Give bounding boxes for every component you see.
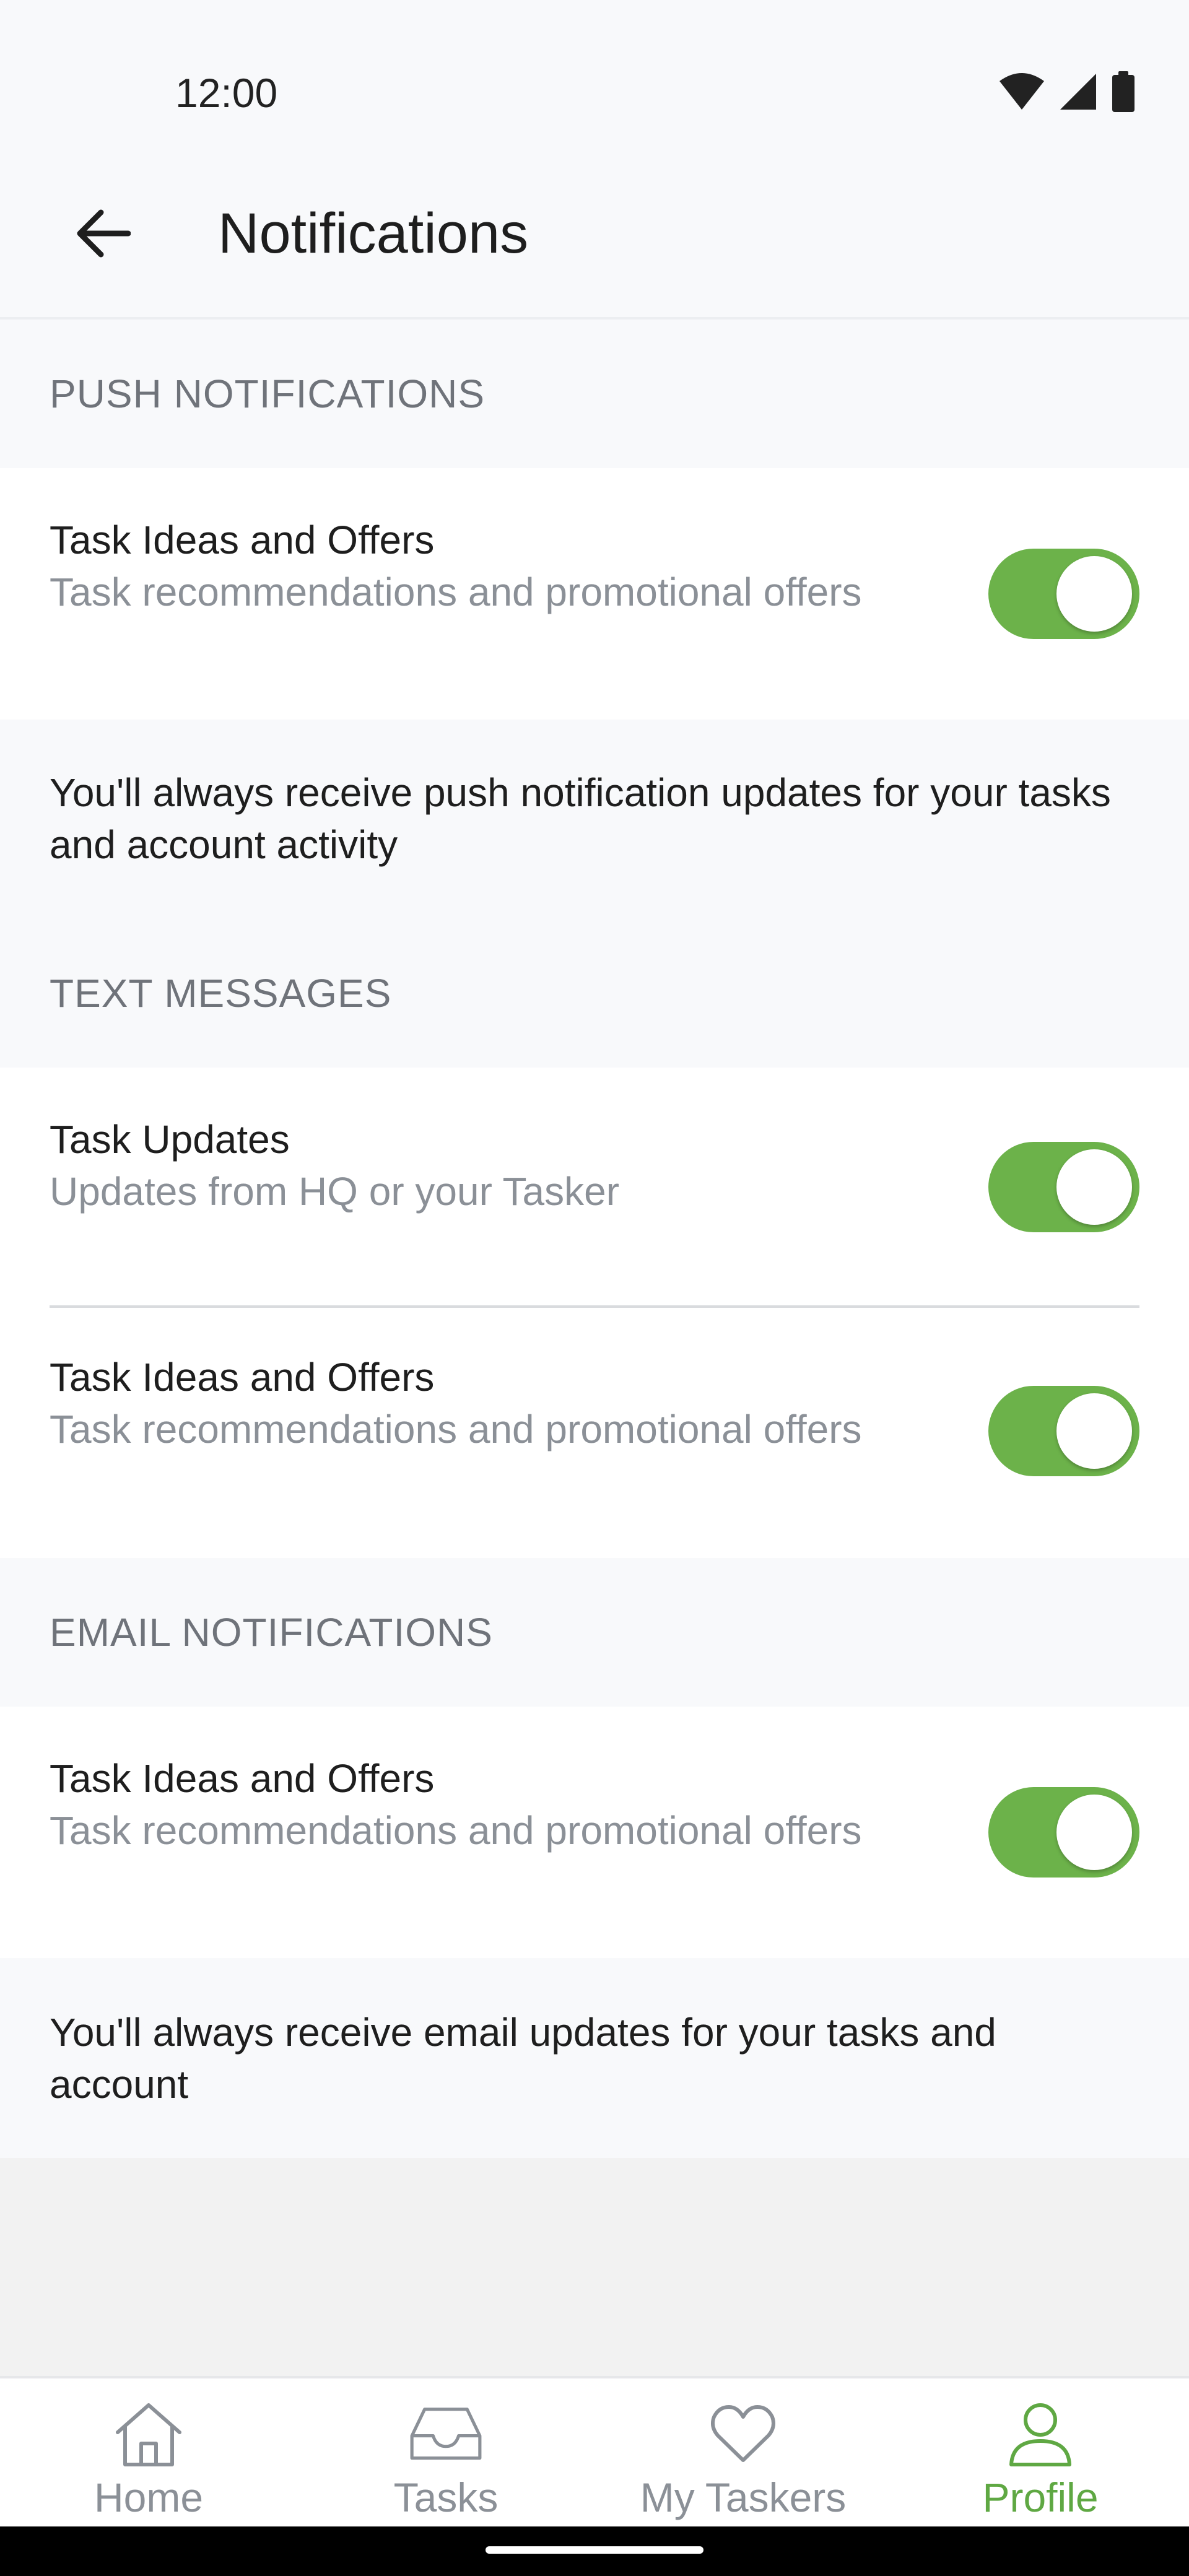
setting-subtitle: Task recommendations and promotional off… xyxy=(50,570,862,614)
text-task-ideas-toggle[interactable] xyxy=(988,1386,1139,1476)
inbox-tray-icon xyxy=(409,2397,483,2471)
setting-subtitle: Task recommendations and promotional off… xyxy=(50,1808,862,1853)
nav-item-home[interactable]: Home xyxy=(0,2378,297,2529)
setting-subtitle: Task recommendations and promotional off… xyxy=(50,1407,862,1451)
setting-row-text-task-updates: Task Updates Updates from HQ or your Tas… xyxy=(0,1068,1189,1305)
toggle-knob xyxy=(1056,556,1132,632)
nav-label: Home xyxy=(94,2474,204,2520)
nav-item-my-taskers[interactable]: My Taskers xyxy=(594,2378,892,2529)
person-icon xyxy=(1003,2397,1078,2471)
text-settings-card: Task Updates Updates from HQ or your Tas… xyxy=(0,1068,1189,1558)
setting-title: Task Ideas and Offers xyxy=(50,518,435,562)
setting-title: Task Ideas and Offers xyxy=(50,1756,435,1801)
nav-item-profile[interactable]: Profile xyxy=(892,2378,1189,2529)
setting-row-push-task-ideas: Task Ideas and Offers Task recommendatio… xyxy=(0,468,1189,720)
back-button[interactable] xyxy=(62,193,142,274)
section-header-push: PUSH NOTIFICATIONS xyxy=(0,320,1189,468)
setting-title: Task Updates xyxy=(50,1117,290,1162)
gesture-handle[interactable] xyxy=(486,2546,703,2554)
system-gesture-bar xyxy=(0,2526,1189,2576)
nav-item-tasks[interactable]: Tasks xyxy=(297,2378,594,2529)
text-task-updates-toggle[interactable] xyxy=(988,1142,1139,1232)
app-bar: Notifications xyxy=(0,149,1189,320)
setting-row-email-task-ideas: Task Ideas and Offers Task recommendatio… xyxy=(0,1707,1189,1958)
cellular-signal-icon xyxy=(1060,74,1096,110)
nav-label: Tasks xyxy=(393,2474,499,2520)
nav-label: Profile xyxy=(982,2474,1099,2520)
status-bar: 12:00 xyxy=(0,0,1189,149)
status-time: 12:00 xyxy=(175,70,278,116)
section-header-email: EMAIL NOTIFICATIONS xyxy=(0,1558,1189,1707)
setting-row-text-task-ideas: Task Ideas and Offers Task recommendatio… xyxy=(0,1308,1189,1558)
nav-label: My Taskers xyxy=(640,2474,847,2520)
push-info-text: You'll always receive push notification … xyxy=(50,770,1111,867)
battery-icon xyxy=(1112,71,1135,112)
heart-icon xyxy=(706,2397,780,2471)
arrow-back-icon xyxy=(77,209,131,258)
page-title: Notifications xyxy=(218,202,529,265)
push-settings-card: Task Ideas and Offers Task recommendatio… xyxy=(0,468,1189,720)
push-task-ideas-toggle[interactable] xyxy=(988,549,1139,639)
empty-area xyxy=(0,2158,1189,2376)
setting-subtitle: Updates from HQ or your Tasker xyxy=(50,1169,620,1214)
toggle-knob xyxy=(1056,1795,1132,1870)
wifi-icon xyxy=(1000,73,1044,110)
home-icon xyxy=(111,2397,186,2471)
email-info-text: You'll always receive email updates for … xyxy=(50,2010,996,2107)
status-icons xyxy=(998,69,1136,114)
email-task-ideas-toggle[interactable] xyxy=(988,1787,1139,1878)
setting-title: Task Ideas and Offers xyxy=(50,1355,435,1399)
toggle-knob xyxy=(1056,1393,1132,1469)
toggle-knob xyxy=(1056,1149,1132,1225)
email-settings-card: Task Ideas and Offers Task recommendatio… xyxy=(0,1707,1189,1958)
notifications-screen: 12:00 Notifications PUSH NOTIFICATIONS T… xyxy=(0,0,1189,2576)
section-header-text: TEXT MESSAGES xyxy=(0,919,1189,1068)
bottom-navigation: Home Tasks My Taskers Profile xyxy=(0,2376,1189,2526)
